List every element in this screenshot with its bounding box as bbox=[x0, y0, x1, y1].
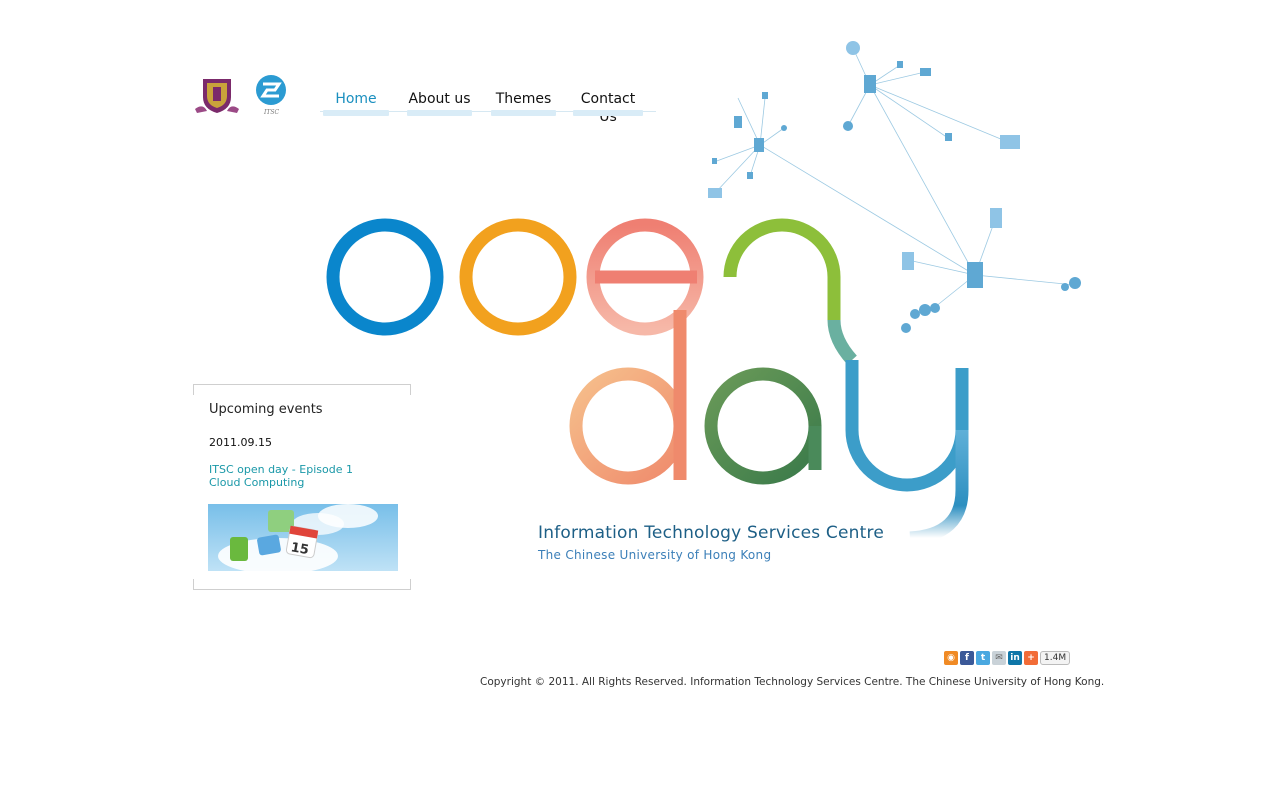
calendar-number: 15 bbox=[290, 540, 310, 558]
email-icon[interactable]: ✉ bbox=[992, 651, 1006, 665]
server-icon bbox=[864, 75, 876, 93]
panel-top-border bbox=[193, 384, 411, 395]
event-thumbnail[interactable]: 15 bbox=[208, 504, 398, 571]
cuhk-crest-logo[interactable] bbox=[193, 75, 241, 115]
device-icon bbox=[712, 158, 717, 164]
plus-icon[interactable]: + bbox=[1024, 651, 1038, 665]
device-icon bbox=[945, 133, 952, 141]
share-count-badge[interactable]: 1.4M bbox=[1040, 651, 1071, 665]
nav-themes[interactable]: Themes bbox=[491, 90, 556, 118]
event-link-line2[interactable]: Cloud Computing bbox=[209, 476, 353, 489]
nav-home-bar bbox=[323, 110, 389, 116]
nav-home[interactable]: Home bbox=[323, 90, 389, 118]
nav-themes-label: Themes bbox=[495, 91, 552, 107]
monitor-icon bbox=[920, 68, 931, 76]
facebook-icon[interactable]: f bbox=[960, 651, 974, 665]
copyright-text: Copyright © 2011. All Rights Reserved. I… bbox=[480, 676, 1105, 688]
nav-about-us[interactable]: About us bbox=[407, 90, 472, 118]
nav-about-us-label: About us bbox=[408, 91, 471, 107]
nav-about-us-bar bbox=[407, 110, 472, 116]
app-icon bbox=[230, 537, 248, 561]
event-link[interactable]: ITSC open day - Episode 1 Cloud Computin… bbox=[209, 463, 353, 489]
nav-contact-us-bar bbox=[573, 110, 643, 116]
server-icon bbox=[754, 138, 764, 152]
org-subtitle: The Chinese University of Hong Kong bbox=[538, 548, 772, 562]
device-icon bbox=[747, 172, 753, 179]
events-heading: Upcoming events bbox=[209, 402, 323, 417]
monitor-icon bbox=[708, 188, 722, 198]
nav-contact-us-label: Contact Us bbox=[580, 91, 636, 125]
device-icon bbox=[762, 92, 768, 99]
twitter-icon[interactable]: t bbox=[976, 651, 990, 665]
device-icon bbox=[734, 116, 742, 128]
event-date: 2011.09.15 bbox=[209, 436, 272, 449]
rss-icon[interactable]: ◉ bbox=[944, 651, 958, 665]
event-link-line1[interactable]: ITSC open day - Episode 1 bbox=[209, 463, 353, 476]
share-bar: ◉ f t ✉ in + 1.4M bbox=[944, 650, 1071, 666]
nav-contact-us[interactable]: Contact Us bbox=[573, 90, 643, 125]
nav-home-label: Home bbox=[335, 91, 377, 107]
itsc-logo-caption: ITSC bbox=[263, 109, 279, 116]
itsc-logo[interactable]: ITSC bbox=[253, 70, 289, 118]
nav-themes-bar bbox=[491, 110, 556, 116]
device-icon bbox=[897, 61, 903, 68]
panel-bottom-border bbox=[193, 579, 411, 590]
monitor-icon bbox=[1000, 135, 1020, 149]
linkedin-icon[interactable]: in bbox=[1008, 651, 1022, 665]
mail-icon bbox=[257, 534, 281, 556]
org-title: Information Technology Services Centre bbox=[538, 523, 884, 543]
upcoming-events-panel: Upcoming events 2011.09.15 ITSC open day… bbox=[193, 384, 411, 590]
